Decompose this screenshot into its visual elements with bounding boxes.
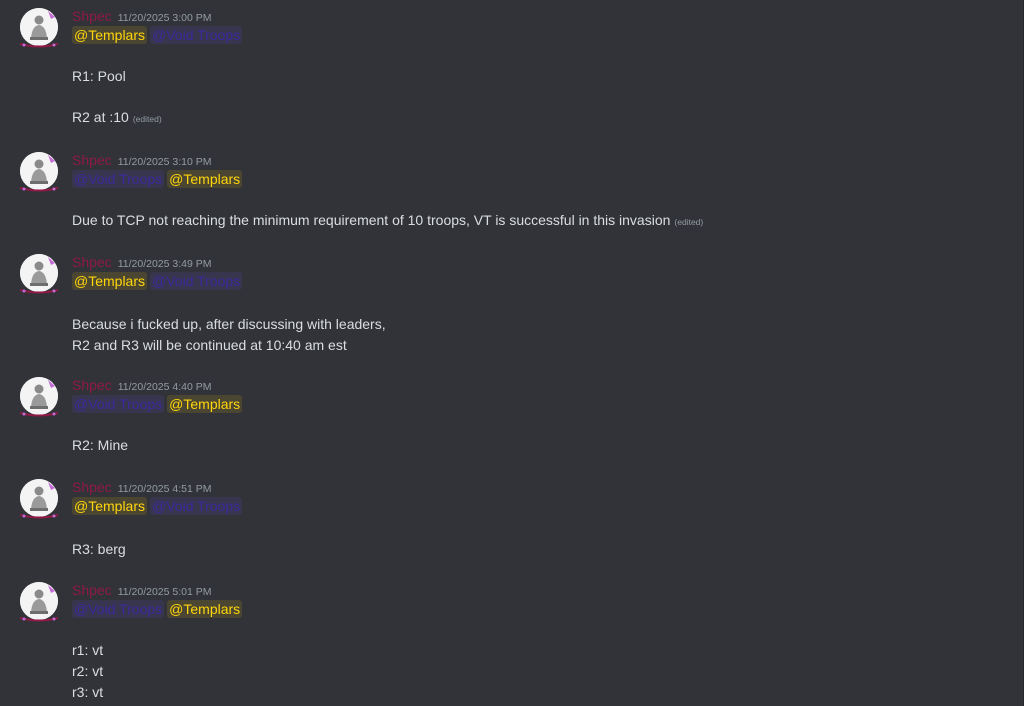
author-name[interactable]: Shpec	[72, 8, 112, 24]
mention-templars[interactable]: @Templars	[167, 395, 243, 413]
message-line: R2 at :10 (edited)	[72, 107, 162, 130]
message-header: Shpec 11/20/2025 4:51 PM	[72, 478, 212, 498]
mention-templars[interactable]: @Templars	[72, 272, 148, 290]
mentions-row: @Void Troops @Templars	[72, 395, 245, 414]
avatar-decoration-icon	[19, 187, 59, 192]
message-line: R1: Pool	[72, 68, 126, 84]
mentions-row: @Templars @Void Troops	[72, 26, 245, 45]
timestamp[interactable]: 11/20/2025 3:00 PM	[118, 12, 212, 24]
timestamp[interactable]: 11/20/2025 4:40 PM	[118, 381, 212, 393]
mentions-row: @Void Troops @Templars	[72, 170, 245, 189]
author-name[interactable]: Shpec	[72, 254, 112, 270]
mentions-row: @Void Troops @Templars	[72, 600, 245, 619]
message-line: r2: vt	[72, 663, 104, 679]
mention-void-troops[interactable]: @Void Troops	[150, 26, 243, 44]
author-name[interactable]: Shpec	[72, 152, 112, 168]
timestamp[interactable]: 11/20/2025 5:01 PM	[118, 586, 212, 598]
avatar-decoration-icon	[19, 514, 59, 519]
avatar-decoration-icon	[19, 289, 59, 294]
avatar-decoration-icon	[19, 617, 59, 622]
message-line: R2 and R3 will be continued at 10:40 am …	[72, 337, 347, 353]
message-header: Shpec 11/20/2025 4:40 PM	[72, 376, 212, 396]
timestamp[interactable]: 11/20/2025 4:51 PM	[118, 483, 212, 495]
mention-void-troops[interactable]: @Void Troops	[72, 600, 165, 618]
avatar-decoration-icon	[19, 412, 59, 417]
message-feed[interactable]: Shpec 11/20/2025 3:00 PM @Templars @Void T…	[0, 0, 1024, 706]
message-line: Because i fucked up, after discussing wi…	[72, 316, 386, 332]
edited-label: (edited)	[674, 217, 704, 227]
message-line: r1: vt	[72, 642, 104, 658]
mention-void-troops[interactable]: @Void Troops	[150, 497, 243, 515]
avatar-decoration-icon	[19, 43, 59, 48]
author-name[interactable]: Shpec	[72, 377, 112, 393]
author-name[interactable]: Shpec	[72, 479, 112, 495]
message-header: Shpec 11/20/2025 3:10 PM	[72, 151, 212, 171]
message-line-text: Due to TCP not reaching the minimum requ…	[72, 212, 671, 228]
timestamp[interactable]: 11/20/2025 3:49 PM	[118, 258, 212, 270]
mention-void-troops[interactable]: @Void Troops	[72, 395, 165, 413]
message-line: R2: Mine	[72, 437, 129, 453]
mentions-row: @Templars @Void Troops	[72, 497, 245, 516]
mention-void-troops[interactable]: @Void Troops	[150, 272, 243, 290]
message-line: Due to TCP not reaching the minimum requ…	[72, 210, 703, 233]
message-header: Shpec 11/20/2025 3:00 PM	[72, 7, 212, 27]
message-line-text: R2 at :10	[72, 109, 129, 125]
author-name[interactable]: Shpec	[72, 582, 112, 598]
mention-void-troops[interactable]: @Void Troops	[72, 170, 165, 188]
edited-label: (edited)	[132, 114, 162, 124]
message-line: r3: vt	[72, 684, 104, 700]
message-header: Shpec 11/20/2025 3:49 PM	[72, 253, 212, 273]
mention-templars[interactable]: @Templars	[167, 170, 243, 188]
mentions-row: @Templars @Void Troops	[72, 272, 245, 291]
timestamp[interactable]: 11/20/2025 3:10 PM	[118, 156, 212, 168]
mention-templars[interactable]: @Templars	[72, 26, 148, 44]
message-header: Shpec 11/20/2025 5:01 PM	[72, 581, 212, 601]
message-line: R3: berg	[72, 541, 126, 557]
mention-templars[interactable]: @Templars	[167, 600, 243, 618]
mention-templars[interactable]: @Templars	[72, 497, 148, 515]
